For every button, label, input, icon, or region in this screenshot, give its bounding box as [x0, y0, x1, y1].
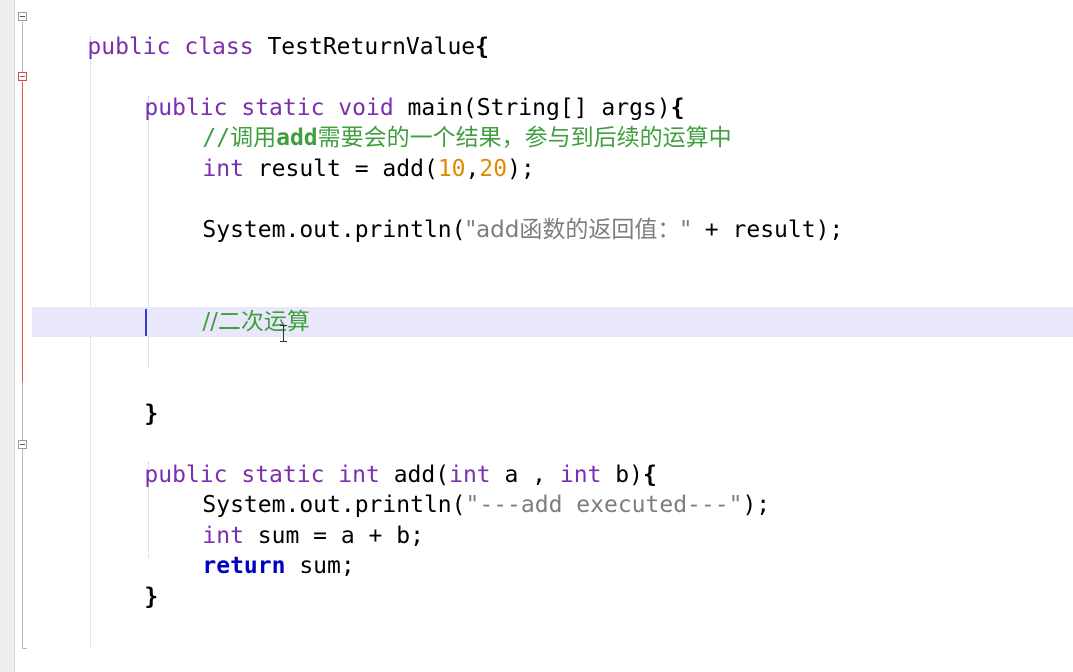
close-brace: } [144, 584, 159, 610]
code-line-result-declaration[interactable]: int result = add(10,20); [147, 124, 534, 182]
ibeam-cursor-icon [279, 325, 289, 343]
fold-main-icon[interactable] [18, 72, 27, 81]
type-int: int [202, 156, 244, 182]
fold-add-icon[interactable] [18, 440, 27, 449]
println-close: ); [742, 492, 771, 518]
call-close: ); [507, 156, 535, 182]
code-line-comment-2[interactable]: //二次运算 [147, 277, 310, 335]
fold-guide-main [22, 82, 23, 382]
result-assign: result = add( [243, 156, 438, 182]
code-line-println-executed[interactable]: System.out.println("---add executed---")… [147, 460, 770, 518]
keyword-public: public [87, 34, 171, 60]
class-name: TestReturnValue [253, 34, 476, 60]
open-brace: { [475, 34, 490, 60]
code-line-add-declaration[interactable]: public static int add(int a , int b){ [89, 430, 656, 488]
code-line-println-result[interactable]: System.out.println("add函数的返回值：" + result… [147, 185, 843, 243]
code-line-class-close[interactable]: } [32, 644, 101, 672]
keyword-return: return [202, 553, 286, 579]
number-literal-10: 10 [437, 156, 466, 182]
return-value: sum; [285, 553, 355, 579]
code-line-class-declaration[interactable]: public class TestReturnValue{ [32, 2, 489, 60]
fold-class-icon[interactable] [18, 12, 27, 21]
string-literal: "---add executed---" [465, 492, 743, 518]
fold-end-class [22, 648, 27, 649]
close-brace: } [144, 401, 159, 427]
keyword-class: class [184, 34, 254, 60]
code-editor[interactable]: public class TestReturnValue{ public sta… [0, 0, 1073, 672]
println-call: System.out.println( [202, 217, 466, 243]
editor-gutter [0, 0, 15, 672]
code-line-return[interactable]: return sum; [147, 521, 354, 579]
code-line-sum-declaration[interactable]: int sum = a + b; [147, 491, 424, 549]
number-literal-20: 20 [479, 156, 508, 182]
string-literal: "add函数的返回值：" [465, 217, 691, 243]
text-caret [145, 309, 147, 336]
comma: , [465, 156, 480, 182]
comment-text: //二次运算 [202, 309, 310, 335]
code-line-main-close[interactable]: } [89, 369, 158, 427]
code-line-main-declaration[interactable]: public static void main(String[] args){ [89, 63, 684, 121]
code-line-comment-1[interactable]: //调用add需要会的一个结果，参与到后续的运算中 [147, 93, 731, 151]
code-line-add-close[interactable]: } [89, 552, 158, 610]
println-args: + result); [690, 217, 844, 243]
